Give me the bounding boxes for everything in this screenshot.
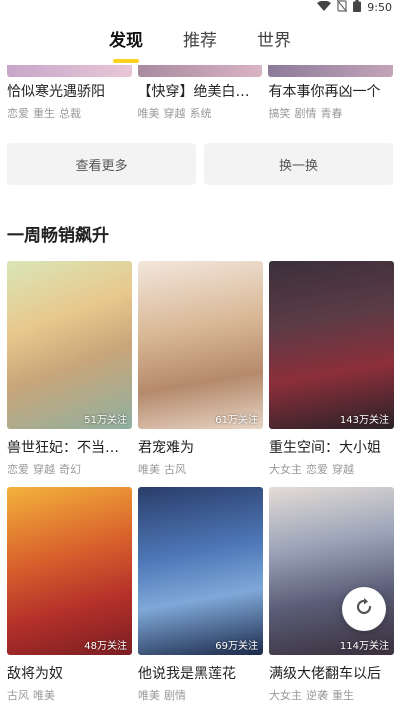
cover-image[interactable] [7,65,132,77]
status-bar: 9:50 [0,0,400,15]
follower-count: 51万关注 [84,415,127,426]
comic-row: 48万关注 敌将为奴 古风 唯美 69万关注 他说我是黑莲花 唯美 剧情 114万关… [0,487,400,703]
cover-image[interactable]: 51万关注 [7,261,132,429]
comic-row: 51万关注 兽世狂妃：不当宠妃 恋爱 穿越 奇幻 61万关注 君宠难为 唯美 古风 1… [0,261,400,477]
comic-title: 兽世狂妃：不当宠妃 [7,440,132,456]
comic-title: 满级大佬翻车以后 [269,666,381,682]
battery-icon [353,0,362,15]
tab-world[interactable]: 世界 [257,26,291,55]
view-more-button[interactable]: 查看更多 [7,143,196,185]
follower-count: 143万关注 [339,415,389,426]
comic-tags: 唯美 剧情 [138,689,186,702]
comic-card[interactable]: 【快穿】绝美白莲在线教学 唯美穿越系统 [138,81,263,121]
comic-card[interactable]: 61万关注 君宠难为 唯美 古风 [138,261,263,477]
comic-tags: 搞笑 剧情 青春 [268,107,343,120]
follower-count: 61万关注 [215,415,258,426]
cover-image[interactable]: 69万关注 [138,487,263,655]
comic-tags: 大女主 恋爱 穿越 [269,463,354,476]
comic-title: 有本事你再凶一个 [268,84,381,100]
cover-image[interactable]: 61万关注 [138,261,263,429]
swap-batch-button[interactable]: 换一换 [204,143,393,185]
follower-count: 48万关注 [84,641,127,652]
cover-image[interactable]: 114万关注 [269,487,394,655]
comic-card[interactable]: 69万关注 他说我是黑莲花 唯美 剧情 [138,487,263,703]
top-tabs: 发现 推荐 世界 [0,15,400,65]
follower-count: 69万关注 [215,641,258,652]
action-buttons: 查看更多 换一换 [0,143,400,185]
comic-title: 恰似寒光遇骄阳 [7,84,105,100]
comic-title: 他说我是黑莲花 [138,666,236,682]
previous-covers-strip [0,65,400,77]
comic-tags: 唯美 古风 [138,463,186,476]
tab-discover[interactable]: 发现 [109,26,143,55]
section-title: 一周畅销飙升 [7,226,109,246]
cover-image[interactable] [137,65,263,77]
comic-card[interactable]: 恰似寒光遇骄阳 恋爱 重生 总裁 [7,81,132,121]
content-scroll[interactable]: 恰似寒光遇骄阳 恋爱重生总裁 【快穿】绝美白莲在线教学 唯美穿越系统 有本事你再… [0,65,400,703]
tab-recommend[interactable]: 推荐 [183,26,217,55]
no-sim-icon [336,0,348,15]
comic-tags: 恋爱 重生 总裁 [7,107,81,120]
comic-tags: 大女主 逆袭 重生 [269,689,354,702]
status-time: 9:50 [367,1,392,14]
comic-card[interactable]: 143万关注 重生空间：大小姐 大女主 恋爱 穿越 [269,261,394,477]
wifi-icon [317,0,332,15]
comic-tags: 古风 唯美 [7,689,55,702]
refresh-icon [353,596,375,622]
comic-title: 【快穿】绝美白莲在线教学 [137,84,263,100]
comic-title: 敌将为奴 [7,666,63,682]
comic-card[interactable]: 有本事你再凶一个 搞笑 剧情 青春 [269,81,394,121]
comic-title: 君宠难为 [138,440,194,456]
comic-tags: 唯美 穿越 系统 [137,107,212,120]
cover-image[interactable] [268,65,394,77]
comic-card[interactable]: 48万关注 敌将为奴 古风 唯美 [7,487,132,703]
comic-title: 重生空间：大小姐 [269,440,381,456]
comic-row: 恰似寒光遇骄阳 恋爱重生总裁 【快穿】绝美白莲在线教学 唯美穿越系统 有本事你再… [0,81,400,121]
comic-card[interactable]: 51万关注 兽世狂妃：不当宠妃 恋爱 穿越 奇幻 [7,261,132,477]
cover-image[interactable]: 48万关注 [7,487,132,655]
follower-count: 114万关注 [339,641,389,652]
cover-image[interactable]: 143万关注 [269,261,394,429]
comic-tags: 恋爱 穿越 奇幻 [7,463,81,476]
refresh-button[interactable] [342,587,386,631]
